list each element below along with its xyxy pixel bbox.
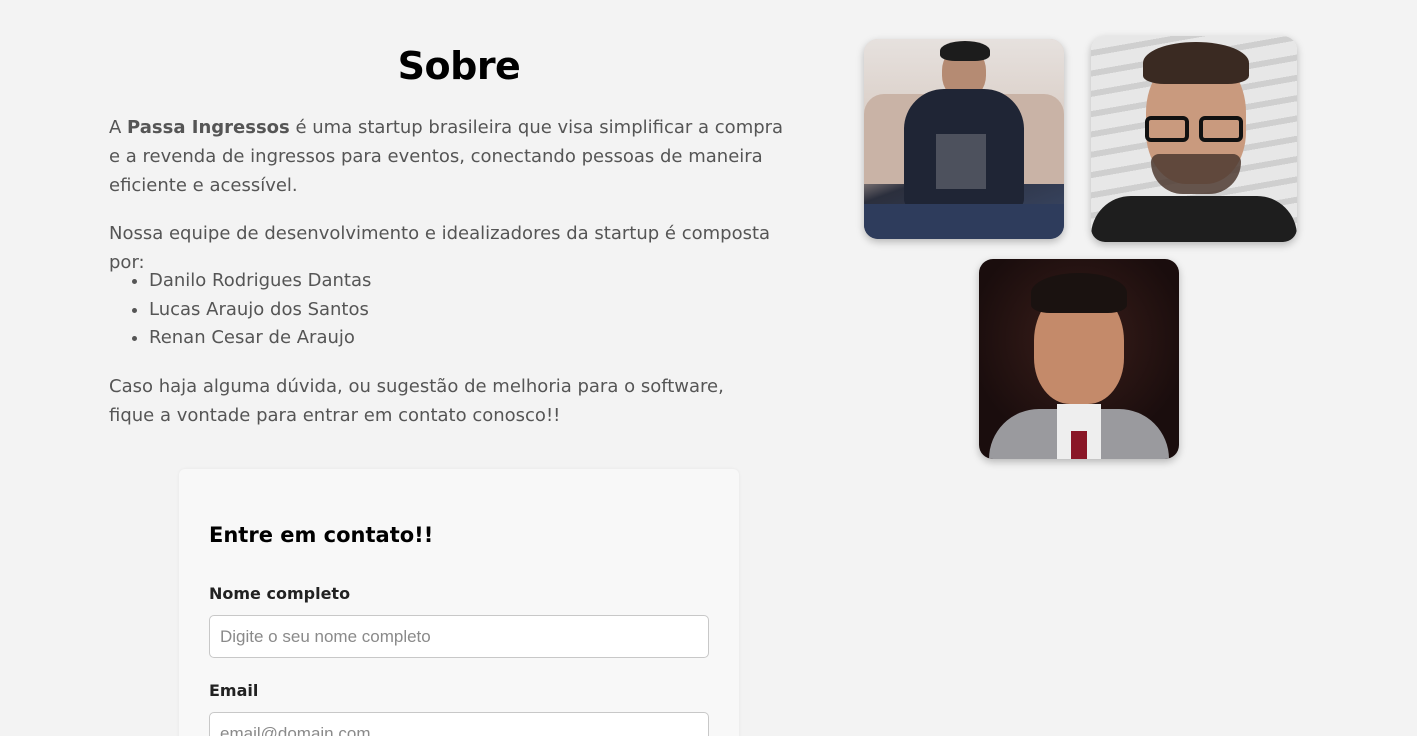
brand-name: Passa Ingressos: [127, 117, 290, 138]
page-title: Sobre: [397, 44, 521, 88]
email-label: Email: [209, 681, 259, 700]
about-page: Sobre A Passa Ingressos é uma startup br…: [0, 0, 1417, 736]
list-item: Lucas Araujo dos Santos: [149, 296, 371, 325]
intro-paragraph: A Passa Ingressos é uma startup brasilei…: [109, 113, 799, 200]
team-member-photo: [1091, 36, 1297, 242]
team-list: Danilo Rodrigues Dantas Lucas Araujo dos…: [109, 267, 371, 353]
list-item: Danilo Rodrigues Dantas: [149, 267, 371, 296]
team-member-photo: [979, 259, 1179, 459]
contact-form: Entre em contato!! Nome completo Email: [179, 469, 739, 736]
intro-prefix: A: [109, 117, 128, 138]
team-member-photo: [864, 39, 1064, 239]
email-input[interactable]: [209, 712, 709, 736]
name-label: Nome completo: [209, 584, 351, 603]
name-input[interactable]: [209, 615, 709, 658]
contact-note: Caso haja alguma dúvida, ou sugestão de …: [109, 376, 724, 426]
list-item: Renan Cesar de Araujo: [149, 324, 371, 353]
contact-form-title: Entre em contato!!: [209, 523, 434, 547]
